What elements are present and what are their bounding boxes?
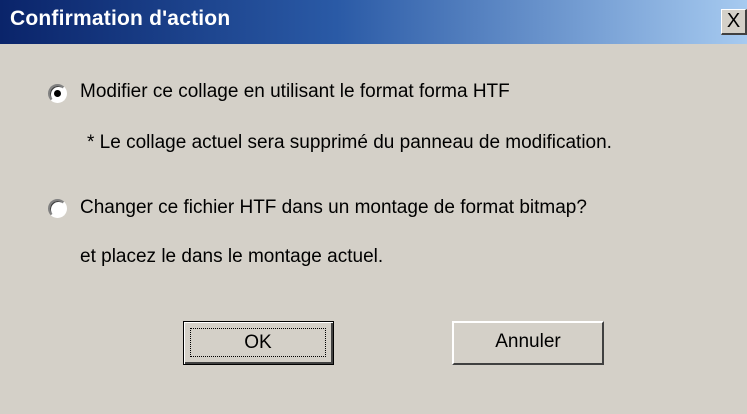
ok-button[interactable]: OK [183,321,334,365]
cancel-button-label: Annuler [495,331,561,352]
confirmation-dialog: Confirmation d'action X Modifier ce coll… [0,0,747,414]
close-button[interactable]: X [721,9,747,35]
window-title: Confirmation d'action [10,7,231,30]
radio-convert-bitmap[interactable] [48,199,67,218]
option-modify-note: * Le collage actuel sera supprimé du pan… [87,132,612,153]
option-convert-note: et placez le dans le montage actuel. [80,246,384,267]
option-convert-label[interactable]: Changer ce fichier HTF dans un montage d… [80,197,587,219]
ok-button-label: OK [244,332,272,353]
option-modify-label[interactable]: Modifier ce collage en utilisant le form… [80,81,510,103]
focus-rectangle: OK [190,328,326,357]
radio-selected-dot [54,90,61,97]
radio-modify-collage[interactable] [48,84,67,103]
close-icon: X [726,10,741,32]
title-bar[interactable]: Confirmation d'action X [0,0,747,44]
cancel-button[interactable]: Annuler [452,321,604,365]
